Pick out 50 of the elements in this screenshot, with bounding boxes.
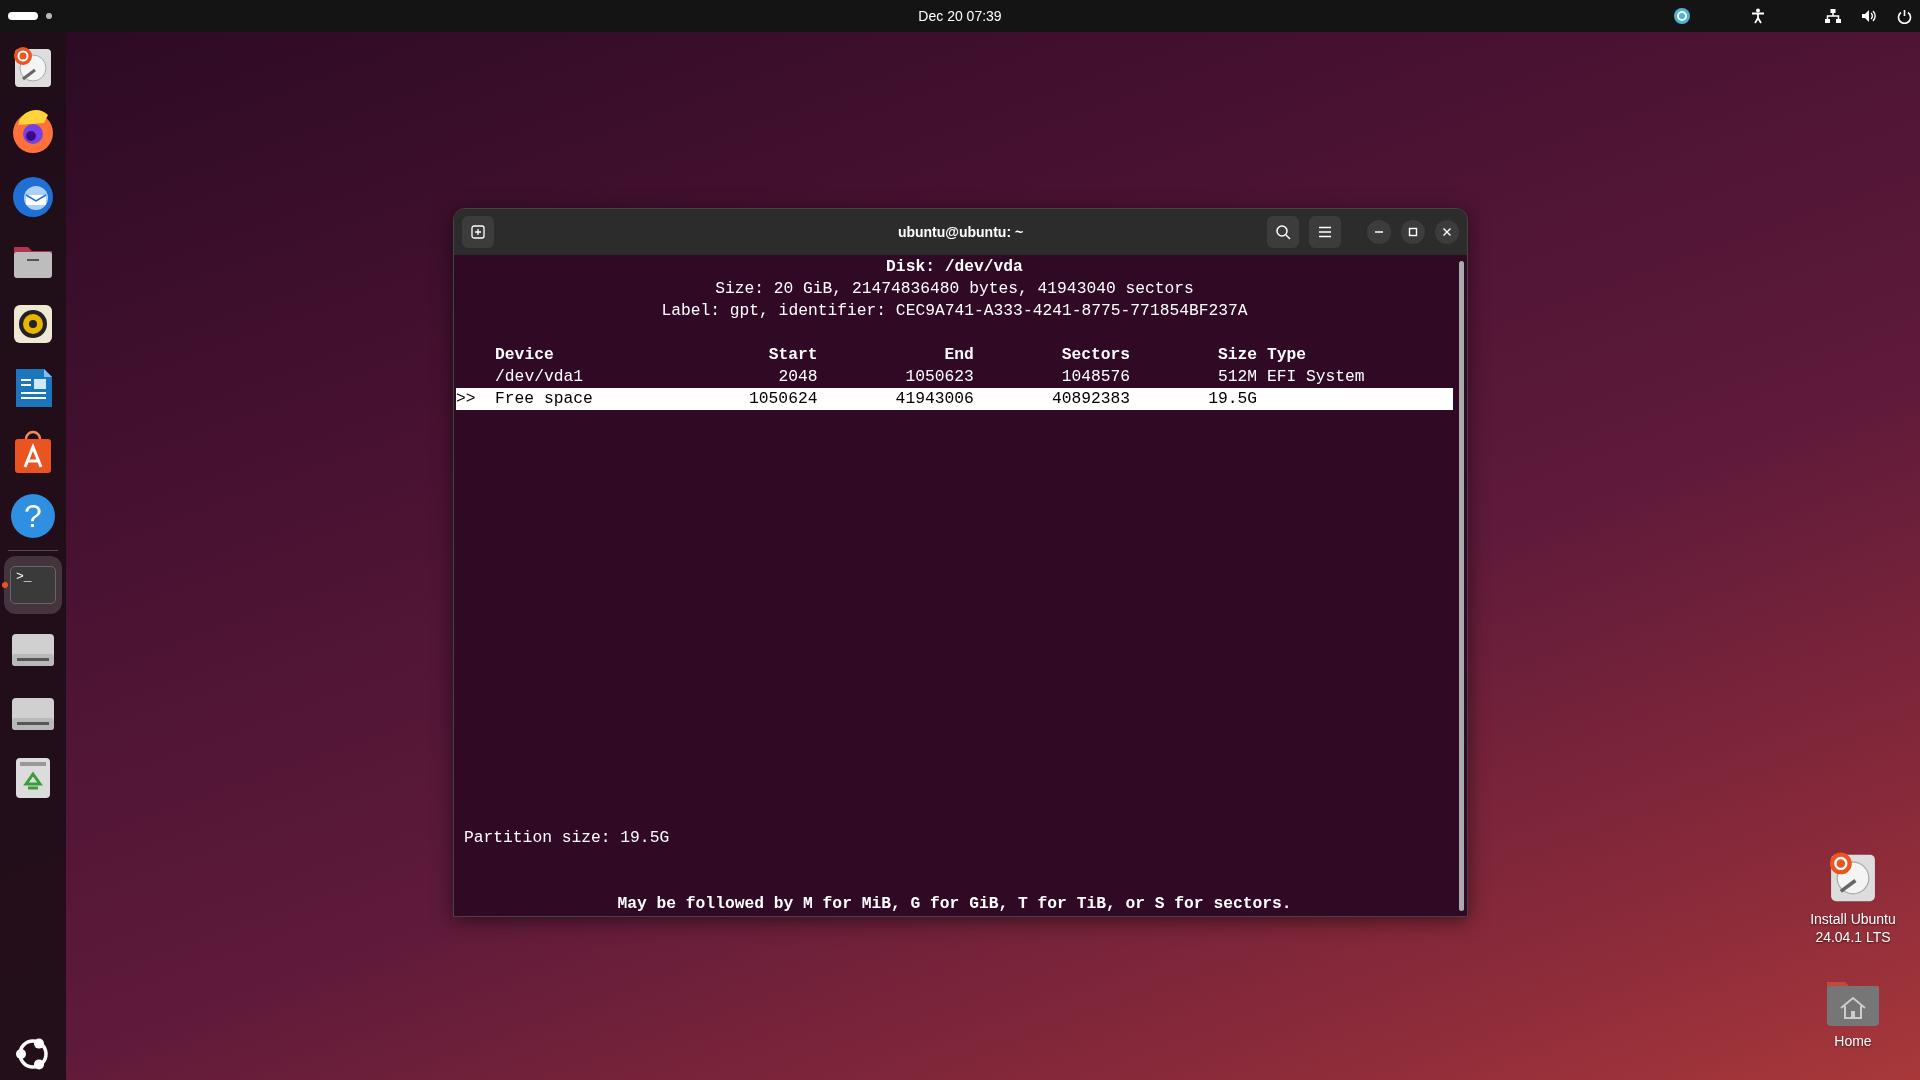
terminal-line: Disk: /dev/vda (886, 256, 1023, 278)
fox-icon (10, 109, 56, 155)
prompt-text: Partition size: 19.5G (464, 828, 670, 847)
window-title: ubuntu@ubuntu: ~ (897, 222, 1024, 242)
terminal-line: Size: 20 GiB, 21474836480 bytes, 41943040 sectors (715, 278, 1194, 300)
table-cell: 19.5G (1208, 388, 1258, 410)
maximize-icon (1408, 227, 1418, 237)
menu-button[interactable] (1309, 216, 1341, 248)
column-header: Sectors (1061, 344, 1131, 366)
search-button[interactable] (1267, 216, 1299, 248)
help-icon: ? (11, 494, 55, 538)
table-cell: 512M (1218, 366, 1258, 388)
close-icon (1442, 227, 1452, 237)
accessibility-icon[interactable] (1751, 8, 1765, 24)
running-indicator (2, 582, 8, 588)
power-icon[interactable] (1897, 8, 1912, 24)
table-cell-text: /dev/vda1 (495, 366, 584, 388)
minimize-icon (1374, 231, 1384, 233)
search-icon (1275, 224, 1291, 240)
table-cell: EFI System (1266, 366, 1365, 388)
table-cell: 41943006 (895, 388, 974, 410)
table-cell-text: Free space (495, 388, 594, 410)
table-cell: 1048576 (1061, 366, 1131, 388)
menu-icon (1318, 226, 1332, 238)
icon-label[interactable]: Home (1800, 1032, 1906, 1050)
minimize-button[interactable] (1367, 220, 1391, 244)
close-button[interactable] (1435, 220, 1459, 244)
terminal-line: Label: gpt, identifier: CEC9A741-A333-4241-8775-771854BF237A (661, 300, 1248, 322)
column-header: Device (495, 344, 555, 366)
workspace-indicator[interactable] (8, 12, 52, 20)
table-cell: 40892383 (1051, 388, 1131, 410)
icon-label[interactable]: Install Ubuntu 24.04.1 LTS (1800, 910, 1906, 946)
column-header: Type (1266, 344, 1306, 366)
terminal-icon: >_ (10, 566, 56, 604)
volume-icon[interactable] (1861, 9, 1877, 23)
clock[interactable]: Dec 20 07:39 (918, 5, 1002, 27)
row-marker: >> (456, 388, 476, 410)
table-cell: 2048 (778, 366, 818, 388)
maximize-button[interactable] (1401, 220, 1425, 244)
dock-item[interactable]: >_ (4, 556, 62, 614)
network-icon[interactable] (1825, 9, 1841, 23)
scrollbar[interactable] (1459, 261, 1464, 911)
new-tab-icon (471, 225, 485, 239)
column-header: Start (768, 344, 818, 366)
column-header: End (944, 344, 974, 366)
table-cell: 1050624 (749, 388, 818, 410)
new-tab-button[interactable] (462, 216, 494, 248)
table-cell: 1050623 (905, 366, 974, 388)
column-header: Size (1218, 344, 1258, 366)
hint-text: May be followed by M for MiB, G for GiB, T for TiB, or S for sectors. (617, 893, 1292, 915)
